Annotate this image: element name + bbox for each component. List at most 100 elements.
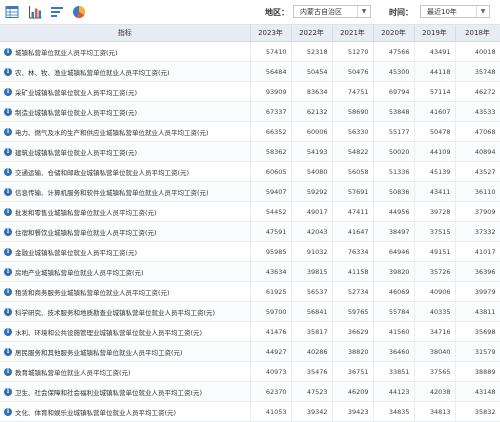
value-cell: 34835 [373, 401, 415, 422]
indicator-cell: i 制造业城镇私营单位就业人员平均工资(元) [0, 101, 251, 122]
header-year[interactable]: 2018年 [455, 25, 500, 42]
table-row: i 城镇私营单位就业人员平均工资(元) 57410 52318 51270 47566 43… [0, 41, 500, 62]
value-cell: 61925 [250, 281, 292, 302]
info-icon[interactable]: i [4, 407, 12, 416]
info-icon[interactable]: i [4, 307, 12, 316]
value-cell: 50020 [373, 141, 415, 162]
info-icon[interactable]: i [4, 187, 12, 196]
indicator-label: 农、林、牧、渔业城镇私营单位就业人员平均工资(元) [15, 68, 170, 77]
indicator-label: 住宿和餐饮业城镇私营单位就业人员平均工资(元) [15, 228, 157, 237]
indicator-label: 制造业城镇私营单位就业人员平均工资(元) [15, 108, 138, 117]
value-cell: 45139 [414, 161, 456, 182]
info-icon[interactable]: i [4, 147, 12, 156]
value-cell: 39728 [414, 201, 456, 222]
indicator-label: 文化、体育和娱乐业城镇私营单位就业人员平均工资(元) [15, 408, 177, 417]
value-cell: 47411 [332, 201, 374, 222]
value-cell: 40018 [455, 41, 500, 62]
value-cell: 64946 [373, 241, 415, 262]
table-row: i 文化、体育和娱乐业城镇私营单位就业人员平均工资(元) 41053 39342 394… [0, 401, 500, 422]
header-year[interactable]: 2020年 [373, 25, 415, 42]
value-cell: 35476 [291, 361, 333, 382]
info-icon[interactable]: i [4, 207, 12, 216]
value-cell: 91032 [291, 241, 333, 262]
indicator-cell: i 金融业城镇私营单位就业人员平均工资(元) [0, 241, 251, 262]
info-icon[interactable]: i [4, 327, 12, 336]
value-cell: 46209 [332, 381, 374, 402]
value-cell: 42043 [291, 221, 333, 242]
indicator-cell: i 水利、环境和公共设施管理业城镇私营单位就业人员平均工资(元) [0, 321, 251, 342]
info-icon[interactable]: i [4, 387, 12, 396]
indicator-cell: i 卫生、社会保障和社会福利业城镇私营单位就业人员平均工资(元) [0, 381, 251, 402]
value-cell: 47068 [455, 121, 500, 142]
table-view-icon[interactable] [5, 5, 19, 19]
value-cell: 40973 [250, 361, 292, 382]
indicator-label: 科学研究、技术服务和地质勘查业城镇私营单位就业人员平均工资(元) [15, 308, 216, 317]
toolbar: 地区： 内蒙古自治区 ▼ 时间： 最近10年 ▼ [0, 0, 500, 25]
value-cell: 47566 [373, 41, 415, 62]
table-row: i 科学研究、技术服务和地质勘查业城镇私营单位就业人员平均工资(元) 59700 56… [0, 301, 500, 322]
value-cell: 37565 [414, 361, 456, 382]
value-cell: 50476 [332, 61, 374, 82]
indicator-label: 居民服务和其他服务业城镇私营单位就业人员平均工资(元) [15, 348, 183, 357]
header-indicator[interactable]: 指标 [0, 25, 251, 42]
pie-chart-icon[interactable] [72, 5, 86, 19]
value-cell: 50836 [373, 181, 415, 202]
value-cell: 36629 [332, 321, 374, 342]
value-cell: 59765 [332, 301, 374, 322]
header-year[interactable]: 2022年 [291, 25, 333, 42]
table-row: i 信息传输、计算机服务和软件业城镇私营单位就业人员平均工资(元) 59407 592… [0, 181, 500, 202]
value-cell: 41560 [373, 321, 415, 342]
info-icon[interactable]: i [4, 87, 12, 96]
value-cell: 33851 [373, 361, 415, 382]
indicator-label: 金融业城镇私营单位就业人员平均工资(元) [15, 248, 138, 257]
indicator-cell: i 交通运输、仓储和邮政业城镇私营单位就业人员平均工资(元) [0, 161, 251, 182]
indicator-label: 房地产业城镇私营单位就业人员平均工资(元) [15, 268, 144, 277]
value-cell: 39342 [291, 401, 333, 422]
value-cell: 60006 [291, 121, 333, 142]
value-cell: 46069 [373, 281, 415, 302]
bar-chart-icon[interactable] [28, 5, 42, 19]
info-icon[interactable]: i [4, 107, 12, 116]
info-icon[interactable]: i [4, 347, 12, 356]
info-icon[interactable]: i [4, 287, 12, 296]
value-cell: 54193 [291, 141, 333, 162]
list-view-icon[interactable] [50, 5, 64, 19]
info-icon[interactable]: i [4, 47, 12, 56]
value-cell: 43811 [455, 301, 500, 322]
table-row: i 采矿业城镇私营单位就业人员平均工资(元) 93909 83634 74751 6979… [0, 81, 500, 102]
value-cell: 45300 [373, 61, 415, 82]
value-cell: 31579 [455, 341, 500, 362]
value-cell: 56484 [250, 61, 292, 82]
indicator-cell: i 批发和零售业城镇私营单位就业人员平均工资(元) [0, 201, 251, 222]
value-cell: 41607 [414, 101, 456, 122]
table-row: i 水利、环境和公共设施管理业城镇私营单位就业人员平均工资(元) 41476 3581… [0, 321, 500, 342]
info-icon[interactable]: i [4, 167, 12, 176]
indicator-cell: i 住宿和餐饮业城镇私营单位就业人员平均工资(元) [0, 221, 251, 242]
info-icon[interactable]: i [4, 227, 12, 236]
value-cell: 39979 [455, 281, 500, 302]
value-cell: 76334 [332, 241, 374, 262]
value-cell: 41158 [332, 261, 374, 282]
indicator-cell: i 农、林、牧、渔业城镇私营单位就业人员平均工资(元) [0, 61, 251, 82]
value-cell: 62370 [250, 381, 292, 402]
info-icon[interactable]: i [4, 247, 12, 256]
value-cell: 38820 [332, 341, 374, 362]
indicator-label: 租赁和商务服务业城镇私营单位就业人员平均工资(元) [15, 288, 170, 297]
info-icon[interactable]: i [4, 127, 12, 136]
header-year[interactable]: 2021年 [332, 25, 374, 42]
header-year[interactable]: 2019年 [414, 25, 456, 42]
region-select[interactable]: 内蒙古自治区 ▼ [293, 5, 371, 18]
info-icon[interactable]: i [4, 267, 12, 276]
info-icon[interactable]: i [4, 367, 12, 376]
time-select[interactable]: 最近10年 ▼ [420, 5, 490, 18]
value-cell: 54452 [250, 201, 292, 222]
header-year[interactable]: 2023年 [250, 25, 292, 42]
table-row: i 农、林、牧、渔业城镇私营单位就业人员平均工资(元) 56484 50454 5047… [0, 61, 500, 82]
value-cell: 47523 [291, 381, 333, 402]
value-cell: 43533 [455, 101, 500, 122]
info-icon[interactable]: i [4, 67, 12, 76]
indicator-cell: i 城镇私营单位就业人员平均工资(元) [0, 41, 251, 62]
indicator-cell: i 建筑业城镇私营单位就业人员平均工资(元) [0, 141, 251, 162]
value-cell: 54080 [291, 161, 333, 182]
value-cell: 49151 [414, 241, 456, 262]
